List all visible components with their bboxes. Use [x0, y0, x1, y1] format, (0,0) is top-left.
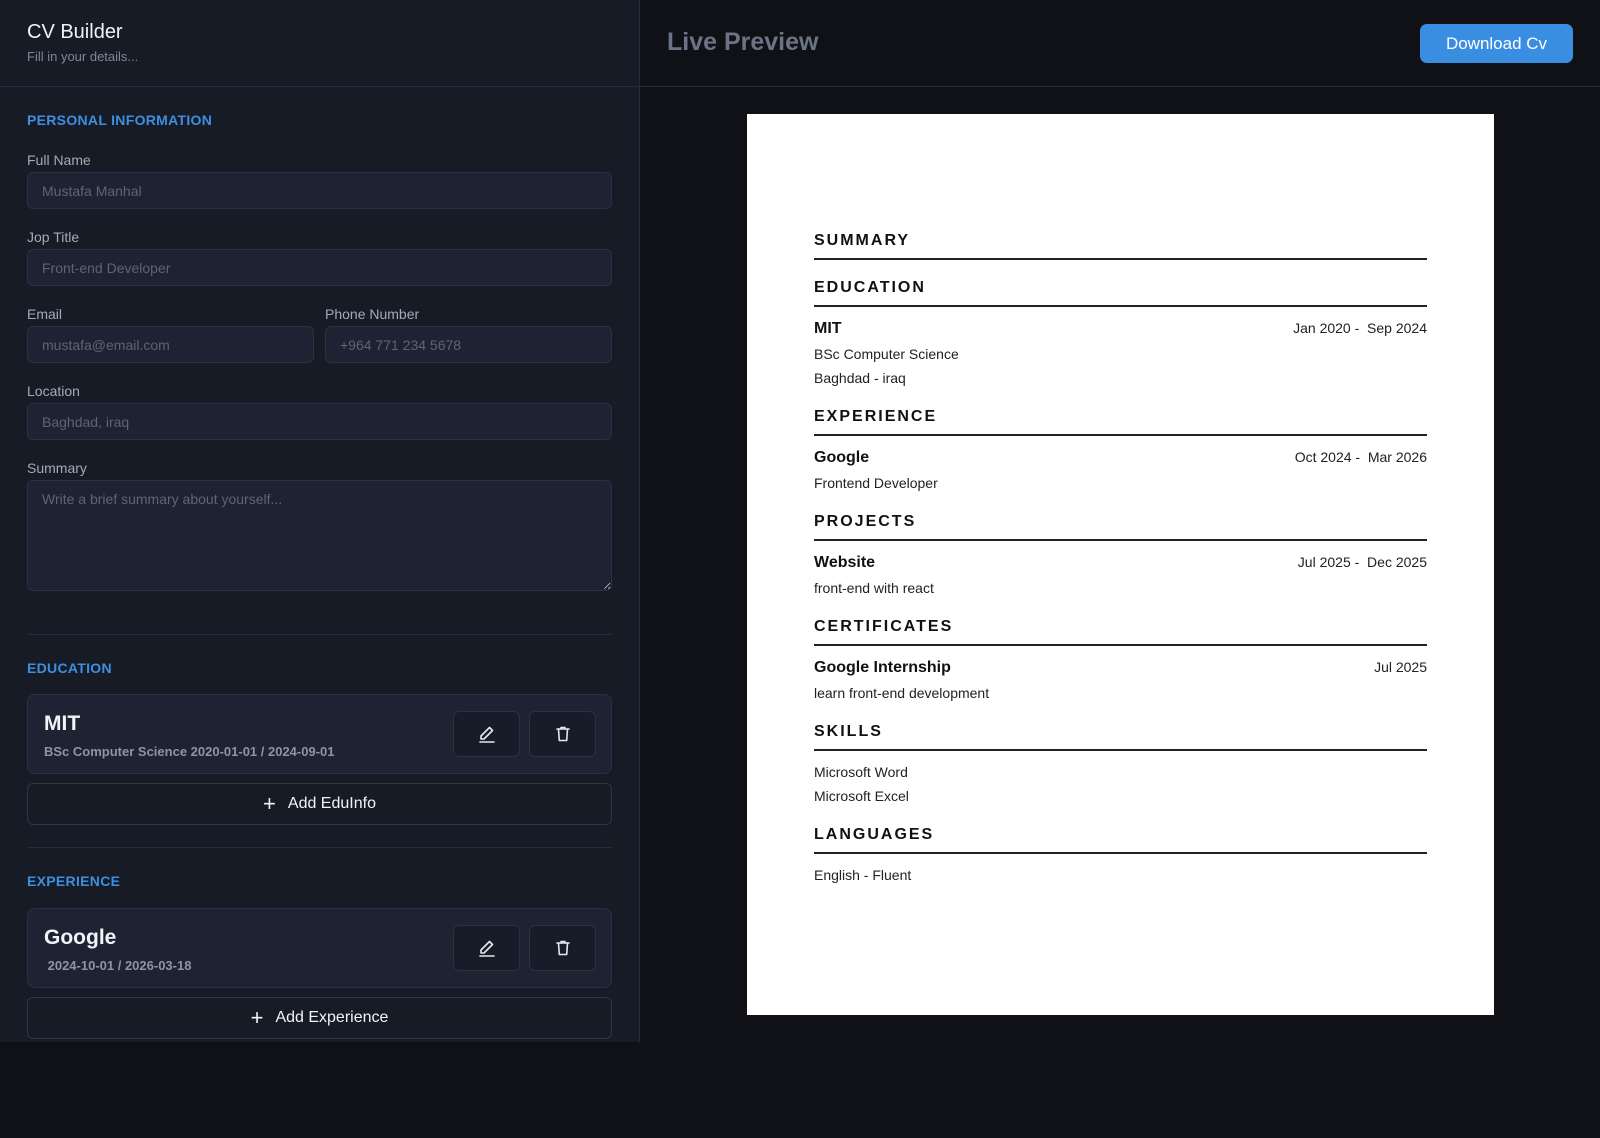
add-education-button[interactable]: + Add EduInfo — [27, 783, 612, 825]
divider — [27, 847, 612, 848]
cv-education-heading: EDUCATION — [814, 279, 1427, 307]
cv-certificates-section: CERTIFICATES Google Internship Jul 2025 … — [814, 618, 1427, 701]
app-subtitle: Fill in your details... — [27, 49, 139, 64]
editor-header: CV Builder Fill in your details... — [0, 0, 639, 87]
cv-experience-section: EXPERIENCE Google Oct 2024 - Mar 2026 Fr… — [814, 408, 1427, 491]
cv-experience-date: Oct 2024 - Mar 2026 — [1294, 449, 1427, 465]
cv-certificate-date: Jul 2025 — [1374, 659, 1427, 675]
education-entry-card: MIT BSc Computer Science 2020-01-01 / 20… — [27, 694, 612, 774]
cv-projects-heading: PROJECTS — [814, 513, 1427, 541]
cv-skill-item: Microsoft Word — [814, 764, 908, 780]
email-label: Email — [27, 306, 63, 322]
cv-languages-heading: LANGUAGES — [814, 826, 1427, 854]
trash-icon — [555, 726, 570, 742]
cv-skill-item: Microsoft Excel — [814, 788, 909, 804]
location-input[interactable] — [27, 403, 612, 440]
cv-certificate-title: Google Internship — [814, 659, 951, 676]
preview-header: Live Preview Download Cv — [640, 0, 1600, 87]
plus-icon: + — [263, 791, 276, 816]
cv-education-degree: BSc Computer Science — [814, 346, 959, 362]
cv-skills-section: SKILLS Microsoft Word Microsoft Excel — [814, 723, 1427, 804]
divider — [27, 634, 612, 635]
cv-project-desc: front-end with react — [814, 580, 934, 596]
job-title-label: Jop Title — [27, 229, 80, 245]
cv-experience-role: Frontend Developer — [814, 475, 938, 491]
pencil-icon — [478, 940, 495, 957]
cv-education-location: Baghdad - iraq — [814, 370, 906, 386]
cv-certificates-heading: CERTIFICATES — [814, 618, 1427, 646]
education-entry-title: MIT — [44, 712, 81, 735]
app-title: CV Builder — [27, 21, 123, 43]
cv-preview-page: SUMMARY EDUCATION MIT Jan 2020 - Sep 202… — [747, 114, 1494, 1015]
cv-language-item: English - Fluent — [814, 867, 912, 883]
experience-section-title: EXPERIENCE — [27, 873, 121, 889]
add-education-label: Add EduInfo — [287, 795, 376, 812]
cv-projects-section: PROJECTS Website Jul 2025 - Dec 2025 fro… — [814, 513, 1427, 596]
experience-entry-title: Google — [44, 926, 117, 949]
trash-icon — [555, 940, 570, 956]
cv-project-date: Jul 2025 - Dec 2025 — [1297, 554, 1427, 570]
edit-education-button[interactable] — [453, 711, 520, 757]
pencil-icon — [478, 726, 495, 743]
experience-entry-subtitle: 2024-10-01 / 2026-03-18 — [44, 958, 192, 973]
cv-education-title: MIT — [814, 320, 842, 337]
job-title-input[interactable] — [27, 249, 612, 286]
delete-experience-button[interactable] — [529, 925, 596, 971]
phone-input[interactable] — [325, 326, 612, 363]
delete-education-button[interactable] — [529, 711, 596, 757]
cv-languages-section: LANGUAGES English - Fluent — [814, 826, 1427, 883]
full-name-label: Full Name — [27, 152, 91, 168]
preview-title: Live Preview — [667, 28, 819, 56]
download-cv-button[interactable]: Download Cv — [1420, 24, 1573, 63]
cv-summary-heading: SUMMARY — [814, 232, 1427, 260]
plus-icon: + — [250, 1005, 264, 1030]
education-section-title: EDUCATION — [27, 660, 112, 676]
cv-experience-heading: EXPERIENCE — [814, 408, 1427, 436]
editor-panel: CV Builder Fill in your details... PERSO… — [0, 0, 640, 1042]
add-experience-label: Add Experience — [275, 1009, 389, 1026]
cv-education-date: Jan 2020 - Sep 2024 — [1293, 320, 1427, 336]
cv-project-title: Website — [814, 554, 876, 571]
cv-summary-section: SUMMARY — [814, 232, 1427, 260]
phone-label: Phone Number — [325, 306, 420, 322]
cv-education-section: EDUCATION MIT Jan 2020 - Sep 2024 BSc Co… — [814, 279, 1427, 386]
cv-skills-heading: SKILLS — [814, 723, 1427, 751]
education-entry-subtitle: BSc Computer Science 2020-01-01 / 2024-0… — [44, 744, 335, 759]
summary-label: Summary — [27, 460, 87, 476]
experience-entry-card: Google 2024-10-01 / 2026-03-18 — [27, 908, 612, 988]
cv-certificate-desc: learn front-end development — [814, 685, 990, 701]
edit-experience-button[interactable] — [453, 925, 520, 971]
summary-textarea[interactable] — [27, 480, 612, 591]
cv-experience-title: Google — [814, 449, 870, 466]
add-experience-button[interactable]: + Add Experience — [27, 997, 612, 1039]
location-label: Location — [27, 383, 80, 399]
email-input[interactable] — [27, 326, 314, 363]
full-name-input[interactable] — [27, 172, 612, 209]
personal-section-title: PERSONAL INFORMATION — [27, 112, 213, 128]
